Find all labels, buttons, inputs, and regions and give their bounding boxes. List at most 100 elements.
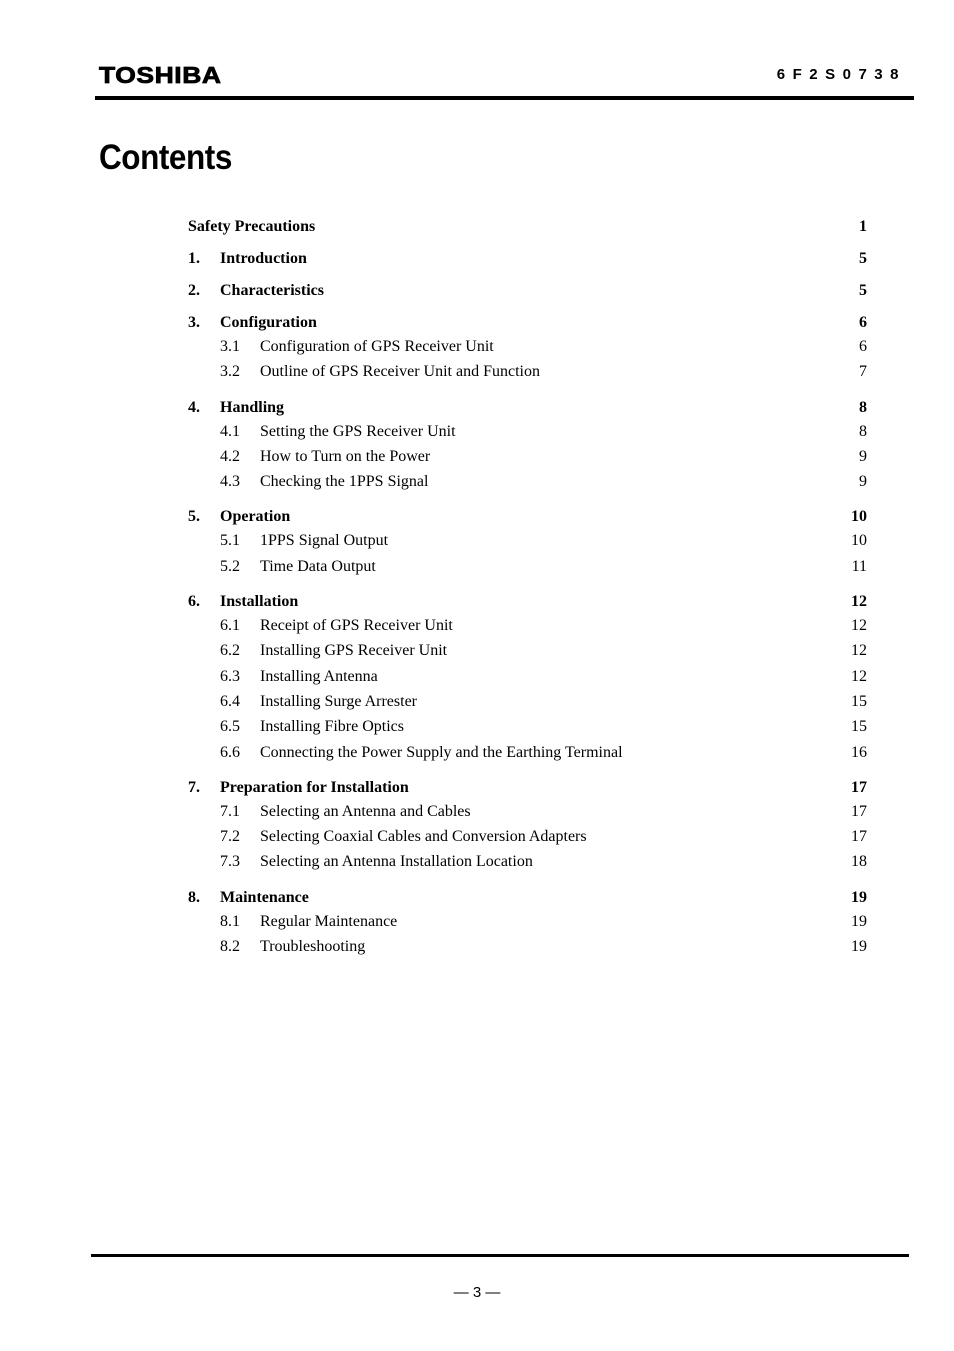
toc-entry-number: 4.1 xyxy=(220,422,240,440)
toc-entry-page: 6 xyxy=(859,314,867,331)
toc-entry-title: Time Data Output xyxy=(260,557,376,575)
toc-entry-number: 1. xyxy=(188,250,200,267)
toc-chapter-entry[interactable]: 1. Introduction 5 xyxy=(188,250,867,272)
toc-section-entry[interactable]: 3.2 Outline of GPS Receiver Unit and Func… xyxy=(188,363,867,388)
toc-section-entry[interactable]: 6.1 Receipt of GPS Receiver Unit 12 xyxy=(188,617,867,642)
toc-chapter-entry[interactable]: 7. Preparation for Installation 17 xyxy=(188,779,867,801)
toc-section-entry[interactable]: 4.2 How to Turn on the Power 9 xyxy=(188,448,867,473)
toc-section-entry[interactable]: 5.2 Time Data Output 11 xyxy=(188,558,867,583)
toc-chapter-entry[interactable]: 3. Configuration 6 xyxy=(188,314,867,336)
toc-section-entry[interactable]: 6.5 Installing Fibre Optics 15 xyxy=(188,718,867,743)
document-number: 6F2S0738 xyxy=(776,66,906,83)
toc-entry-page: 19 xyxy=(851,938,867,956)
toc-entry-title: Characteristics xyxy=(220,282,324,299)
header-divider xyxy=(95,96,914,100)
toc-section-entry[interactable]: 6.2 Installing GPS Receiver Unit 12 xyxy=(188,642,867,667)
toc-entry-number: 6. xyxy=(188,593,200,611)
toc-entry-page: 12 xyxy=(851,642,867,660)
toc-entry-number: 3.2 xyxy=(220,363,240,381)
toc-section-entry[interactable]: 3.1 Configuration of GPS Receiver Unit 6 xyxy=(188,338,867,363)
toc-entry-page: 16 xyxy=(851,743,867,761)
toc-entry-title: Installing Surge Arrester xyxy=(260,692,418,710)
toc-entry-page: 5 xyxy=(859,250,867,267)
toc-entry-number: 3. xyxy=(188,314,200,331)
toc-section-entry[interactable]: 8.2 Troubleshooting 19 xyxy=(188,938,867,963)
toc-entry-page: 1 xyxy=(859,218,867,235)
toc-chapter-entry[interactable]: 5. Operation 10 xyxy=(188,508,867,530)
toc-entry-number: 4.2 xyxy=(220,447,240,465)
toc-entry-title: Installing GPS Receiver Unit xyxy=(260,642,448,660)
toc-entry-number: 4.3 xyxy=(220,473,240,491)
toc-entry-page: 8 xyxy=(859,398,867,416)
toc-entry-number: 4. xyxy=(188,398,200,416)
toshiba-logo: TOSHIBA xyxy=(99,62,222,89)
toc-entry-number: 6.6 xyxy=(220,743,240,761)
toc-entry-page: 17 xyxy=(851,802,867,820)
page-number: — 3 — xyxy=(453,1284,501,1301)
toc-entry-page: 15 xyxy=(851,692,867,710)
toc-entry-number: 8.2 xyxy=(220,938,240,956)
toc-entry-page: 9 xyxy=(859,447,867,465)
toc-entry-title: Installing Fibre Optics xyxy=(260,718,404,736)
toc-entry-page: 17 xyxy=(851,778,867,796)
toc-entry-number: 2. xyxy=(188,282,200,299)
toc-section-entry[interactable]: 7.1 Selecting an Antenna and Cables 17 xyxy=(188,803,867,828)
toc-entry-title: Checking the 1PPS Signal xyxy=(260,473,429,491)
toc-entry-title: Selecting an Antenna Installation Locati… xyxy=(260,853,533,871)
toc-entry-page: 10 xyxy=(851,508,867,526)
toc-entry-title: Installing Antenna xyxy=(260,667,378,685)
toc-chapter-entry[interactable]: 4. Handling 8 xyxy=(188,399,867,421)
toc-section-entry[interactable]: 6.6 Connecting the Power Supply and the E… xyxy=(188,744,867,769)
toc-entry-number: 6.4 xyxy=(220,692,240,710)
toc-entry-number: 8.1 xyxy=(220,912,240,930)
toc-chapter-entry[interactable]: 2. Characteristics 5 xyxy=(188,282,867,304)
toc-section-entry[interactable]: 6.3 Installing Antenna 12 xyxy=(188,668,867,693)
toc-entry-title: Setting the GPS Receiver Unit xyxy=(260,422,456,440)
toc-entry-title: Receipt of GPS Receiver Unit xyxy=(260,617,453,635)
toc-entry-title: Maintenance xyxy=(220,888,309,906)
toc-entry-page: 15 xyxy=(851,718,867,736)
toc-entry-page: 18 xyxy=(851,853,867,871)
toc-entry-number: 3.1 xyxy=(220,338,240,355)
toc-section-entry[interactable]: 6.4 Installing Surge Arrester 15 xyxy=(188,693,867,718)
footer-divider xyxy=(91,1254,909,1257)
toc-entry-title: Operation xyxy=(220,508,291,526)
toc-entry-page: 12 xyxy=(851,617,867,635)
toc-entry-page: 19 xyxy=(851,888,867,906)
toc-section-entry[interactable]: 7.2 Selecting Coaxial Cables and Conversi… xyxy=(188,828,867,853)
toc-entry-title: Configuration of GPS Receiver Unit xyxy=(260,338,494,355)
toc-section-entry[interactable]: 4.3 Checking the 1PPS Signal 9 xyxy=(188,473,867,498)
toc-entry-title: Selecting an Antenna and Cables xyxy=(260,802,471,820)
toc-chapter-entry[interactable]: Safety Precautions 1 xyxy=(188,218,867,240)
toc-entry-number: 7.2 xyxy=(220,828,240,846)
toc-section-entry[interactable]: 8.1 Regular Maintenance 19 xyxy=(188,913,867,938)
toc-entry-number: 8. xyxy=(188,888,200,906)
toc-section-entry[interactable]: 7.3 Selecting an Antenna Installation Loc… xyxy=(188,853,867,878)
toc-entry-title: Handling xyxy=(220,398,285,416)
toc-entry-title: 1PPS Signal Output xyxy=(260,532,389,550)
toc-entry-title: Regular Maintenance xyxy=(260,912,398,930)
toc-entry-number: 7.1 xyxy=(220,802,240,820)
toc-section-entry[interactable]: 5.1 1PPS Signal Output 10 xyxy=(188,532,867,557)
toc-entry-title: Configuration xyxy=(220,314,317,331)
toc-section-entry[interactable]: 4.1 Setting the GPS Receiver Unit 8 xyxy=(188,423,867,448)
toc-entry-number: 5.1 xyxy=(220,532,240,550)
toc-entry-number: 6.5 xyxy=(220,718,240,736)
toc-entry-title: Troubleshooting xyxy=(260,938,366,956)
toc-entry-number: 6.2 xyxy=(220,642,240,660)
toc-chapter-entry[interactable]: 8. Maintenance 19 xyxy=(188,889,867,911)
toc-entry-number: 5.2 xyxy=(220,557,240,575)
toc-entry-page: 7 xyxy=(859,363,867,381)
toc-entry-title: Selecting Coaxial Cables and Conversion … xyxy=(260,828,587,846)
toc-chapter-entry[interactable]: 6. Installation 12 xyxy=(188,593,867,615)
toc-entry-number: 7. xyxy=(188,778,200,796)
toc-entry-title: How to Turn on the Power xyxy=(260,447,431,465)
toc-entry-title: Safety Precautions xyxy=(188,218,316,235)
toc-entry-title: Installation xyxy=(220,593,299,611)
page-title: Contents xyxy=(99,138,232,177)
toc-entry-page: 9 xyxy=(859,473,867,491)
toc-entry-page: 6 xyxy=(859,338,867,355)
toc-entry-page: 10 xyxy=(851,532,867,550)
toc-entry-page: 19 xyxy=(851,912,867,930)
table-of-contents: Safety Precautions 1 1. Introduction 5 2. Char… xyxy=(188,218,867,963)
